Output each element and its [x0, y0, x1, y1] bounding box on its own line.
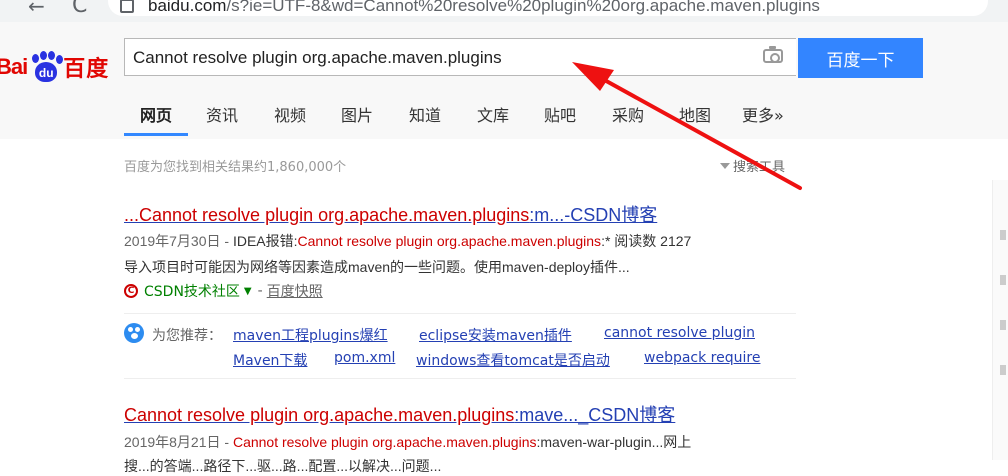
- logo-du: du: [35, 62, 58, 82]
- recommend-link[interactable]: eclipse安装maven插件: [419, 325, 572, 345]
- divider: [124, 313, 796, 314]
- tab-news[interactable]: 资讯: [206, 102, 238, 126]
- result-1-source: C CSDN技术社区 ▼ - 百度快照: [124, 281, 323, 301]
- side-marker: [1000, 320, 1006, 330]
- chevron-down-icon[interactable]: ▼: [244, 286, 252, 297]
- search-header: Bai du 百度 百度一下 网页 资讯 视频 图片 知道 文库 贴吧 采购 地…: [0, 22, 1008, 139]
- page-info-icon[interactable]: [120, 0, 134, 13]
- baidu-logo[interactable]: Bai du 百度: [0, 50, 109, 84]
- search-tabs: 网页 资讯 视频 图片 知道 文库 贴吧 采购 地图 更多»: [0, 86, 1008, 139]
- source-site[interactable]: CSDN技术社区: [144, 281, 240, 301]
- tab-zhidao[interactable]: 知道: [409, 102, 441, 126]
- active-tab-indicator: [124, 133, 188, 136]
- tab-wenku[interactable]: 文库: [477, 102, 509, 126]
- logo-bai: Bai: [0, 54, 28, 79]
- filter-icon: [720, 163, 730, 169]
- tab-purchase[interactable]: 采购: [612, 102, 644, 126]
- result-2-snippet-line1: 2019年8月21日 - Cannot resolve plugin org.a…: [124, 434, 692, 450]
- search-input[interactable]: [133, 45, 733, 71]
- recommend-link[interactable]: Maven下载: [233, 350, 307, 370]
- result-1-snippet-line2: 导入项目时可能因为网络等因素造成maven的一些问题。使用maven-deplo…: [124, 259, 630, 275]
- logo-text: 百度: [63, 57, 110, 82]
- recommend-link[interactable]: maven工程plugins爆红: [233, 325, 388, 345]
- tab-tieba[interactable]: 贴吧: [544, 102, 576, 126]
- recommend-label: 为您推荐：: [152, 328, 222, 344]
- csdn-icon: C: [124, 284, 138, 298]
- recommend-link[interactable]: webpack require: [644, 350, 760, 366]
- back-arrow-icon[interactable]: ←: [28, 0, 45, 18]
- result-1-title[interactable]: ...Cannot resolve plugin org.apache.mave…: [124, 201, 657, 227]
- paw-recommend-icon: [124, 323, 144, 343]
- search-box: [124, 38, 796, 76]
- result-2-title[interactable]: Cannot resolve plugin org.apache.maven.p…: [124, 401, 675, 427]
- side-marker: [1000, 275, 1006, 285]
- tab-more[interactable]: 更多»: [742, 102, 784, 126]
- result-count: 百度为您找到相关结果约1,860,000个: [124, 160, 347, 175]
- camera-icon[interactable]: [763, 46, 783, 63]
- tab-images[interactable]: 图片: [341, 102, 373, 126]
- recommend-link[interactable]: windows查看tomcat是否启动: [416, 350, 610, 370]
- paw-logo-icon: du: [28, 51, 64, 83]
- url-text: baidu.com/s?ie=UTF-8&wd=Cannot%20resolve…: [148, 0, 820, 15]
- address-bar[interactable]: baidu.com/s?ie=UTF-8&wd=Cannot%20resolve…: [108, 0, 988, 16]
- refresh-icon[interactable]: C: [72, 0, 87, 18]
- recommend-link[interactable]: cannot resolve plugin: [604, 325, 755, 341]
- result-2-snippet-line2: 搜...的答端...路径下...驱...路...配置...以解决...问题...: [124, 458, 442, 474]
- tab-map[interactable]: 地图: [679, 102, 711, 126]
- side-marker: [1000, 230, 1006, 240]
- result-1-snippet-line1: 2019年7月30日 - IDEA报错:Cannot resolve plugi…: [124, 233, 692, 249]
- search-tools[interactable]: 搜索工具: [720, 156, 785, 175]
- snapshot-link[interactable]: 百度快照: [267, 281, 323, 301]
- side-marker: [1000, 365, 1006, 375]
- browser-toolbar: ← C baidu.com/s?ie=UTF-8&wd=Cannot%20res…: [0, 0, 1008, 22]
- tab-video[interactable]: 视频: [274, 102, 306, 126]
- search-button[interactable]: 百度一下: [798, 38, 923, 78]
- recommend-link[interactable]: pom.xml: [334, 350, 395, 366]
- tab-web[interactable]: 网页: [140, 102, 172, 126]
- divider: [124, 378, 796, 379]
